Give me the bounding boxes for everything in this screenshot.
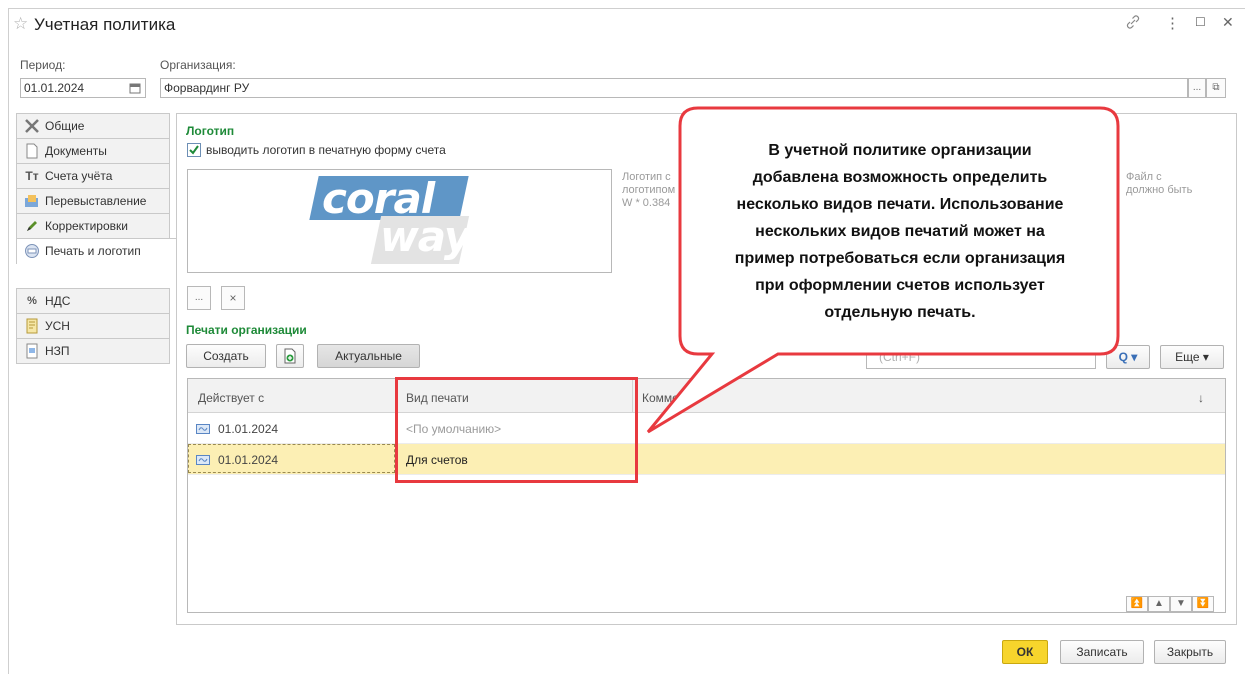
stamps-section-title: Печати организации [186, 323, 307, 337]
callout-line: добавлена возможность определить [752, 169, 1048, 186]
callout-text: В учетной политике организации добавлена… [682, 137, 1118, 326]
pencil-icon [24, 214, 40, 241]
percent-icon: % [27, 295, 37, 307]
window-title: Учетная политика [34, 15, 176, 34]
tab-label: Общие [45, 119, 85, 133]
scroll-bottom-button[interactable]: ⏬ [1192, 596, 1214, 612]
create-stamp-button[interactable]: Создать [186, 344, 266, 368]
column-header-valid-from[interactable]: Действует с [198, 391, 264, 405]
tab-corrections[interactable]: Корректировки [16, 213, 170, 238]
stamp-icon [24, 239, 40, 267]
tab-label: Перевыставление [45, 194, 147, 208]
more-actions-button[interactable]: Еще ▾ [1160, 345, 1224, 369]
ok-button[interactable]: ОК [1002, 640, 1048, 664]
tab-label: Счета учёта [45, 169, 113, 183]
tab-vat[interactable]: % НДС [16, 288, 170, 313]
current-stamps-toggle[interactable]: Актуальные [317, 344, 420, 368]
copy-stamp-button[interactable] [276, 344, 304, 368]
callout-line: В учетной политике организации [768, 142, 1032, 159]
logo-word-way: way [380, 212, 471, 261]
page-icon [24, 339, 40, 367]
tab-label: НЗП [45, 344, 70, 358]
checkmark-icon [189, 145, 199, 155]
organization-select-button[interactable]: ... [1188, 78, 1206, 98]
callout-line: при оформлении счетов использует [755, 277, 1045, 294]
tab-documents[interactable]: Документы [16, 138, 170, 163]
maximize-icon[interactable]: ☐ [1195, 15, 1206, 29]
period-label: Период: [20, 58, 66, 72]
coral-way-logo: coral way [309, 174, 471, 266]
scroll-down-button[interactable]: ▼ [1170, 596, 1192, 612]
sort-down-icon[interactable]: ↓ [1198, 391, 1204, 405]
callout-line: пример потребоваться если организация [734, 250, 1066, 267]
tab-label: Печать и логотип [45, 244, 141, 258]
tab-usn[interactable]: УСН [16, 313, 170, 338]
organization-input[interactable]: Форвардинг РУ [160, 78, 1188, 98]
stamp-row-icon [196, 423, 210, 434]
add-copy-icon [284, 348, 296, 364]
logo-section-title: Логотип [186, 124, 235, 138]
link-icon[interactable] [1125, 14, 1141, 34]
logo-checkbox-label: выводить логотип в печатную форму счета [206, 143, 446, 157]
tab-label: Документы [45, 144, 107, 158]
tab-print-logo[interactable]: Печать и логотип [16, 238, 176, 264]
tab-reissue[interactable]: Перевыставление [16, 188, 170, 213]
tab-accounts[interactable]: Тт Счета учёта [16, 163, 170, 188]
logo-image-box[interactable]: coral way [187, 169, 612, 273]
calendar-icon[interactable] [128, 81, 142, 95]
organization-open-button[interactable]: ⧉ [1206, 78, 1226, 98]
accounts-icon: Тт [25, 169, 39, 183]
row-date: 01.01.2024 [218, 422, 279, 436]
logo-select-button[interactable]: ... [187, 286, 211, 310]
tab-label: Корректировки [45, 219, 128, 233]
period-value: 01.01.2024 [24, 81, 85, 95]
close-button[interactable]: Закрыть [1154, 640, 1226, 664]
tab-label: УСН [45, 319, 70, 333]
highlight-frame [395, 377, 638, 483]
favorite-star-icon[interactable]: ☆ [13, 14, 28, 34]
organization-value: Форвардинг РУ [164, 81, 250, 95]
callout-line: несколько видов печати. Использование [736, 196, 1064, 213]
tab-label: НДС [45, 294, 71, 308]
scroll-up-button[interactable]: ▲ [1148, 596, 1170, 612]
close-window-icon[interactable]: ✕ [1222, 14, 1234, 31]
scroll-top-button[interactable]: ⏫ [1126, 596, 1148, 612]
save-button[interactable]: Записать [1060, 640, 1144, 664]
stamp-row-icon [196, 454, 210, 465]
tab-nzp[interactable]: НЗП [16, 338, 170, 364]
menu-dots-icon[interactable]: ⋮ [1165, 14, 1180, 32]
row-date: 01.01.2024 [218, 453, 279, 467]
logo-clear-button[interactable]: × [221, 286, 245, 310]
organization-label: Организация: [160, 58, 236, 72]
tab-general[interactable]: Общие [16, 113, 170, 138]
callout-line: отдельную печать. [824, 304, 976, 321]
callout-line: нескольких видов печатий может на [755, 223, 1045, 240]
logo-checkbox[interactable] [187, 143, 201, 157]
